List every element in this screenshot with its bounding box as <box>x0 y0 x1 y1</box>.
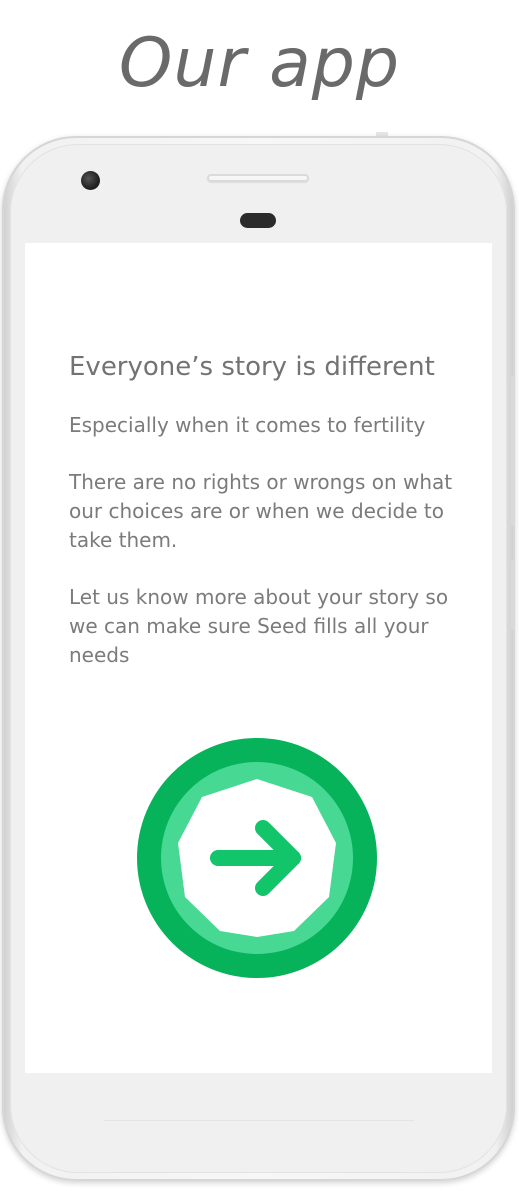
page: Our app Everyone’s story is different Es… <box>0 0 519 1191</box>
paragraph-story: Let us know more about your story so we … <box>69 585 449 667</box>
paragraph-fertility: Especially when it comes to fertility <box>69 413 426 437</box>
screen-title: Everyone’s story is different <box>69 352 435 382</box>
next-button[interactable] <box>136 737 378 979</box>
front-camera <box>81 171 100 190</box>
phone-volume-button <box>511 376 515 526</box>
onboarding-copy: Everyone’s story is different Especially… <box>69 351 469 698</box>
earpiece-speaker <box>207 174 309 182</box>
phone-power-button <box>511 560 515 630</box>
page-heading: Our app <box>118 24 401 103</box>
bottom-bezel <box>104 1120 414 1121</box>
proximity-sensor <box>240 213 276 228</box>
next-button-graphic <box>137 738 377 978</box>
phone-screen: Everyone’s story is different Especially… <box>25 243 492 1073</box>
paragraph-choices: There are no rights or wrongs on what ou… <box>69 470 453 552</box>
